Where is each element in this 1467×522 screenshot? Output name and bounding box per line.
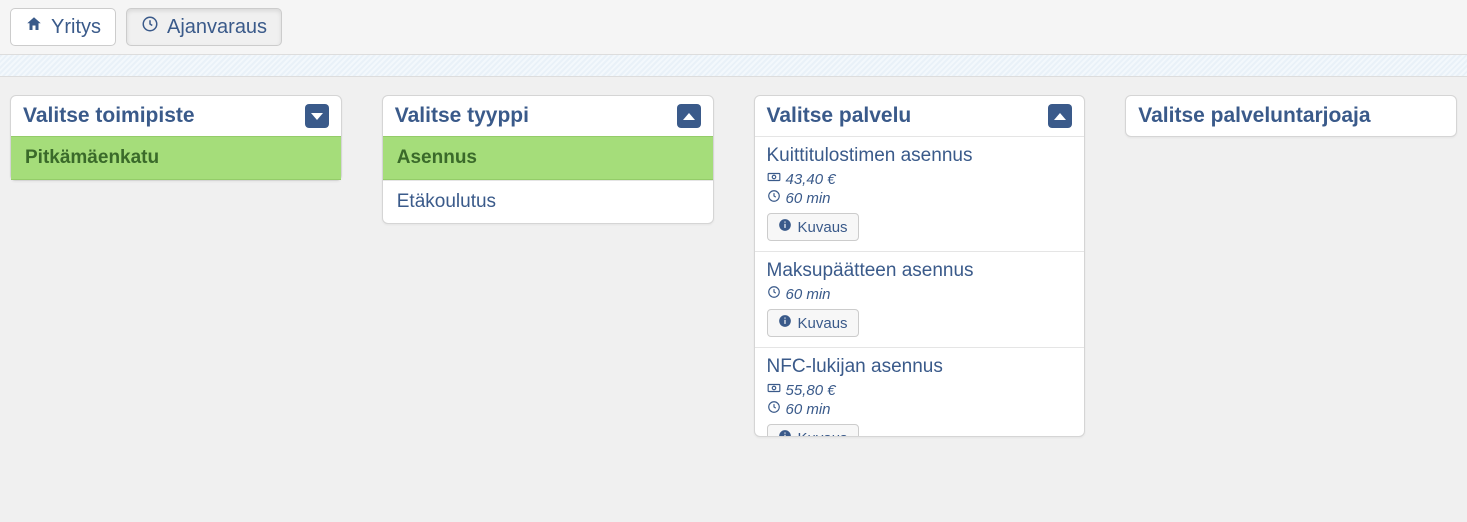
location-item-label: Pitkämäenkatu bbox=[25, 147, 159, 168]
nav-booking-button[interactable]: Ajanvaraus bbox=[126, 8, 282, 46]
service-description-button[interactable]: Kuvaus bbox=[767, 309, 859, 337]
service-price: 43,40 € bbox=[786, 171, 836, 188]
panel-provider-header: Valitse palveluntarjoaja bbox=[1126, 96, 1456, 136]
nav-company-button[interactable]: Yritys bbox=[10, 8, 116, 46]
service-duration: 60 min bbox=[786, 286, 831, 303]
panel-service-title: Valitse palvelu bbox=[767, 104, 912, 128]
service-item-title: NFC-lukijan asennus bbox=[767, 356, 1073, 378]
clock-icon bbox=[767, 400, 781, 418]
clock-icon bbox=[767, 285, 781, 303]
service-description-button[interactable]: Kuvaus bbox=[767, 424, 859, 436]
chevron-down-icon bbox=[311, 113, 323, 120]
nav-company-label: Yritys bbox=[51, 16, 101, 39]
panel-service-header: Valitse palvelu bbox=[755, 96, 1085, 136]
panel-type: Valitse tyyppi Asennus Etäkoulutus bbox=[382, 95, 714, 224]
decorative-strip bbox=[0, 55, 1467, 77]
service-duration-row: 60 min bbox=[767, 189, 1073, 207]
chevron-up-icon bbox=[1054, 113, 1066, 120]
home-icon bbox=[25, 15, 43, 39]
service-duration-row: 60 min bbox=[767, 285, 1073, 303]
service-description-button[interactable]: Kuvaus bbox=[767, 213, 859, 241]
type-item[interactable]: Etäkoulutus bbox=[383, 180, 713, 223]
money-icon bbox=[767, 170, 781, 188]
info-icon bbox=[778, 218, 792, 236]
chevron-up-icon bbox=[683, 113, 695, 120]
service-price-row: 55,80 € bbox=[767, 381, 1073, 399]
info-icon bbox=[778, 429, 792, 436]
info-icon bbox=[778, 314, 792, 332]
nav-booking-label: Ajanvaraus bbox=[167, 16, 267, 39]
location-item[interactable]: Pitkämäenkatu bbox=[11, 136, 341, 180]
service-item[interactable]: Kuittitulostimen asennus 43,40 € 60 min bbox=[755, 136, 1085, 251]
service-item[interactable]: Maksupäätteen asennus 60 min Kuvaus bbox=[755, 251, 1085, 347]
panel-location-title: Valitse toimipiste bbox=[23, 104, 195, 128]
panel-type-title: Valitse tyyppi bbox=[395, 104, 529, 128]
type-item-label: Etäkoulutus bbox=[397, 191, 496, 212]
panel-location: Valitse toimipiste Pitkämäenkatu bbox=[10, 95, 342, 181]
service-item[interactable]: NFC-lukijan asennus 55,80 € 60 min bbox=[755, 347, 1085, 436]
type-item-label: Asennus bbox=[397, 147, 477, 168]
service-duration: 60 min bbox=[786, 401, 831, 418]
panel-type-header: Valitse tyyppi bbox=[383, 96, 713, 136]
service-price-row: 43,40 € bbox=[767, 170, 1073, 188]
money-icon bbox=[767, 381, 781, 399]
wizard-columns: Valitse toimipiste Pitkämäenkatu Valitse… bbox=[0, 77, 1467, 455]
collapse-location-button[interactable] bbox=[305, 104, 329, 128]
service-description-label: Kuvaus bbox=[798, 430, 848, 437]
service-duration: 60 min bbox=[786, 190, 831, 207]
service-item-title: Maksupäätteen asennus bbox=[767, 260, 1073, 282]
service-list[interactable]: Kuittitulostimen asennus 43,40 € 60 min bbox=[755, 136, 1085, 436]
service-description-label: Kuvaus bbox=[798, 315, 848, 332]
collapse-service-button[interactable] bbox=[1048, 104, 1072, 128]
clock-icon bbox=[141, 15, 159, 39]
type-item[interactable]: Asennus bbox=[383, 136, 713, 180]
panel-provider: Valitse palveluntarjoaja bbox=[1125, 95, 1457, 137]
panel-provider-title: Valitse palveluntarjoaja bbox=[1138, 104, 1370, 128]
collapse-type-button[interactable] bbox=[677, 104, 701, 128]
clock-icon bbox=[767, 189, 781, 207]
panel-service: Valitse palvelu Kuittitulostimen asennus… bbox=[754, 95, 1086, 437]
top-nav: Yritys Ajanvaraus bbox=[0, 0, 1467, 55]
service-item-title: Kuittitulostimen asennus bbox=[767, 145, 1073, 167]
service-price: 55,80 € bbox=[786, 382, 836, 399]
service-duration-row: 60 min bbox=[767, 400, 1073, 418]
service-description-label: Kuvaus bbox=[798, 219, 848, 236]
panel-location-header: Valitse toimipiste bbox=[11, 96, 341, 136]
